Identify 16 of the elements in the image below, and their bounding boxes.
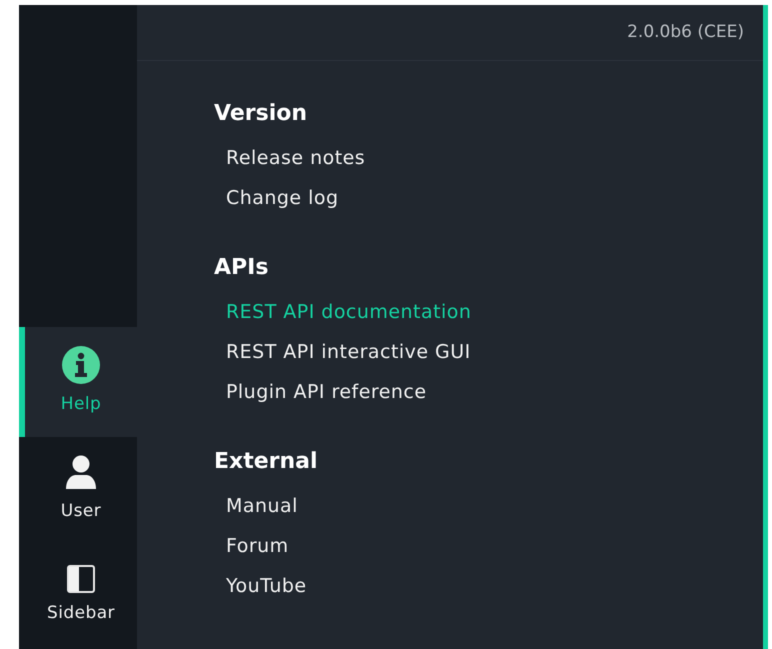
section-heading: Version [214,100,308,128]
help-link[interactable]: Forum [226,526,289,566]
user-icon [65,455,97,492]
info-icon [62,346,100,384]
help-link[interactable]: Release notes [226,138,366,178]
help-link[interactable]: Change log [226,178,338,218]
section-heading: External [214,448,319,476]
help-link[interactable]: Plugin API reference [226,372,427,412]
version-label: 2.0.0b6 (CEE) [627,20,744,44]
help-link[interactable]: REST API interactive GUI [226,332,471,372]
help-link[interactable]: Manual [226,486,298,526]
section-heading: APIs [214,254,270,282]
help-link[interactable]: REST API documentation [226,292,472,332]
sidebar-icon [67,565,95,594]
help-link[interactable]: YouTube [226,566,307,606]
sidebar-tab[interactable]: Help [19,327,137,437]
